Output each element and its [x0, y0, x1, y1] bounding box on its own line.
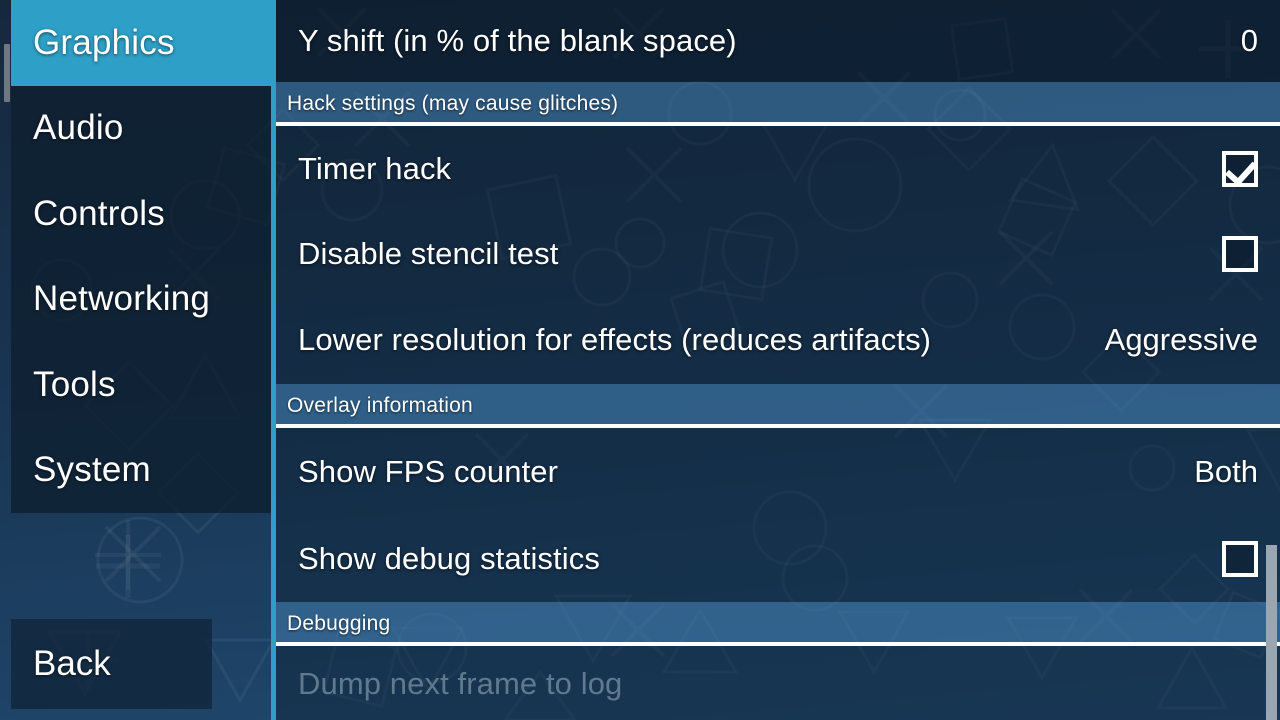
section-header-label: Overlay information: [287, 394, 473, 417]
setting-row-disable-stencil-test[interactable]: Disable stencil test: [276, 211, 1280, 296]
sidebar-scrollbar[interactable]: [4, 44, 10, 102]
setting-value: Both: [1194, 453, 1258, 489]
setting-label: Show FPS counter: [298, 453, 559, 489]
setting-label: Show debug statistics: [298, 540, 600, 576]
settings-list: Y shift (in % of the blank space) 0 Hack…: [276, 0, 1280, 720]
setting-label: Dump next frame to log: [298, 666, 623, 701]
sidebar-item-networking[interactable]: Networking: [11, 257, 273, 343]
sidebar-item-label: Controls: [33, 193, 165, 233]
sidebar-item-label: Graphics: [33, 22, 175, 62]
app-window: Graphics Audio Controls Networking Tools…: [0, 0, 1280, 720]
setting-row-dump-next-frame-to-log: Dump next frame to log: [276, 646, 1280, 720]
settings-sidebar: Graphics Audio Controls Networking Tools…: [11, 0, 273, 513]
sidebar-item-label: Tools: [33, 364, 116, 404]
setting-value: 0: [1240, 23, 1258, 58]
sidebar-item-label: Audio: [33, 108, 124, 148]
content-scrollbar[interactable]: [1266, 545, 1277, 720]
setting-label: Timer hack: [298, 150, 452, 186]
setting-label: Lower resolution for effects (reduces ar…: [298, 322, 932, 357]
setting-row-lower-resolution-for-effects[interactable]: Lower resolution for effects (reduces ar…: [276, 296, 1280, 384]
section-header-hack-settings: Hack settings (may cause glitches): [276, 82, 1280, 126]
setting-label: Y shift (in % of the blank space): [298, 23, 737, 58]
sidebar-divider: [271, 0, 276, 720]
back-button-label: Back: [33, 644, 111, 683]
sidebar-item-label: System: [33, 450, 151, 490]
section-header-debugging: Debugging: [276, 602, 1280, 646]
setting-row-show-debug-statistics[interactable]: Show debug statistics: [276, 515, 1280, 602]
setting-row-timer-hack[interactable]: Timer hack: [276, 126, 1280, 211]
sidebar-item-graphics[interactable]: Graphics: [11, 0, 273, 86]
section-header-overlay-information: Overlay information: [276, 384, 1280, 428]
sidebar-item-label: Networking: [33, 279, 211, 319]
show-debug-statistics-checkbox[interactable]: [1222, 540, 1258, 577]
timer-hack-checkbox[interactable]: [1222, 150, 1258, 187]
setting-row-y-shift[interactable]: Y shift (in % of the blank space) 0: [276, 0, 1280, 82]
sidebar-item-system[interactable]: System: [11, 428, 273, 514]
section-header-label: Hack settings (may cause glitches): [287, 92, 619, 115]
disable-stencil-test-checkbox[interactable]: [1222, 235, 1258, 272]
section-header-label: Debugging: [287, 612, 391, 635]
sidebar-item-controls[interactable]: Controls: [11, 171, 273, 257]
setting-row-show-fps-counter[interactable]: Show FPS counter Both: [276, 428, 1280, 515]
sidebar-item-tools[interactable]: Tools: [11, 342, 273, 428]
sidebar-item-audio[interactable]: Audio: [11, 86, 273, 172]
setting-value: Aggressive: [1104, 322, 1258, 357]
back-button[interactable]: Back: [11, 619, 212, 709]
setting-label: Disable stencil test: [298, 235, 559, 271]
